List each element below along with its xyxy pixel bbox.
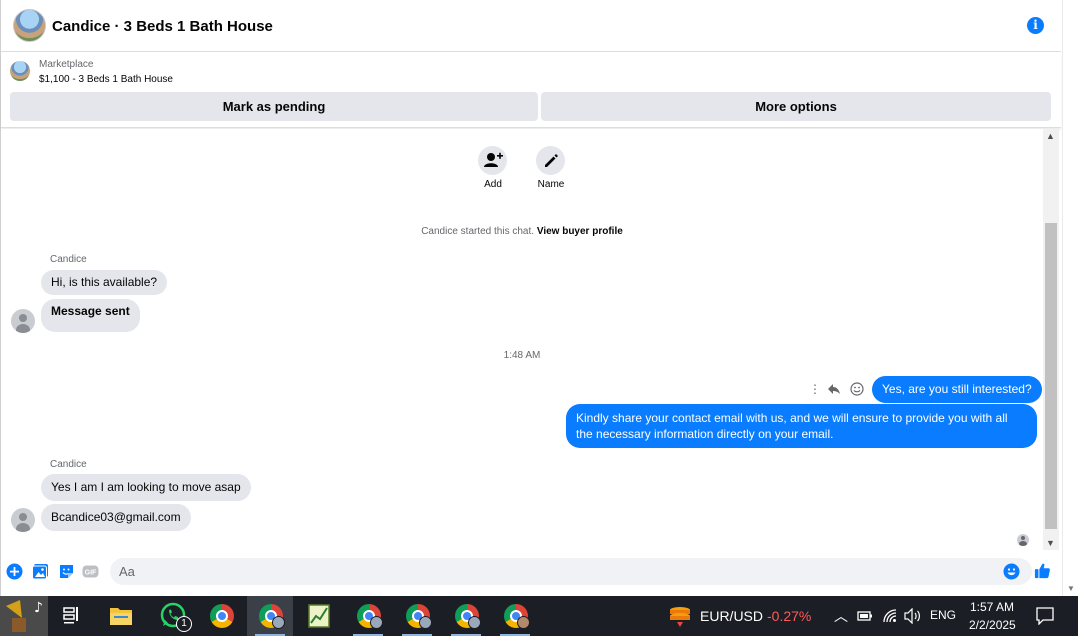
gif-icon[interactable]: GIF	[82, 563, 99, 580]
message-bubble-incoming[interactable]: Hi, is this available?	[41, 270, 168, 295]
message-composer: GIF	[1, 554, 1061, 590]
profile-badge-icon	[272, 616, 285, 629]
info-icon[interactable]: i	[1027, 17, 1044, 34]
input-language[interactable]: ENG	[930, 608, 956, 622]
react-emoji-icon[interactable]	[850, 382, 864, 396]
marketplace-listing-bar: Marketplace $1,100 - 3 Beds 1 Bath House…	[1, 53, 1061, 128]
file-explorer-button[interactable]	[98, 596, 144, 636]
message-bubble-outgoing[interactable]: Kindly share your contact email with us,…	[566, 404, 1037, 448]
page-scroll-down-icon[interactable]: ▼	[1067, 584, 1075, 593]
chrome-icon	[210, 604, 234, 628]
show-hidden-icons-icon[interactable]: ︿	[834, 606, 848, 626]
profile-badge-icon	[370, 616, 383, 629]
whatsapp-button[interactable]: 1	[150, 596, 196, 636]
volume-icon[interactable]	[904, 608, 922, 624]
sticker-icon[interactable]	[58, 563, 75, 580]
message-bubble-outgoing[interactable]: Yes, are you still interested?	[872, 376, 1042, 403]
name-label: Name	[537, 179, 565, 190]
conversation-header: Candice · 3 Beds 1 Bath House i	[1, 0, 1061, 52]
add-people-button[interactable]	[478, 146, 507, 175]
page-scrollbar[interactable]: ▼	[1062, 0, 1078, 596]
ticker-symbol[interactable]: EUR/USD	[700, 608, 763, 624]
chrome-profile-button[interactable]	[345, 596, 391, 636]
chat-started-text: Candice started this chat.	[421, 226, 535, 237]
wifi-icon[interactable]	[882, 608, 898, 624]
sender-avatar[interactable]	[11, 508, 35, 532]
clock-date[interactable]: 2/2/2025	[969, 618, 1016, 632]
more-options-button[interactable]: More options	[541, 92, 1051, 121]
pencil-icon	[545, 154, 558, 167]
chrome-profile-button[interactable]	[492, 596, 538, 636]
gramophone-app-icon[interactable]: ♪	[0, 596, 48, 636]
view-buyer-profile-link[interactable]: View buyer profile	[537, 226, 623, 237]
profile-badge-icon	[419, 616, 432, 629]
task-view-icon	[63, 607, 78, 624]
message-sent-bubble[interactable]: Message sent	[41, 299, 140, 332]
emoji-icon[interactable]	[1003, 563, 1020, 580]
task-view-button[interactable]	[48, 596, 94, 636]
chrome-button[interactable]	[198, 596, 244, 636]
gramophone-icon: ♪	[6, 600, 43, 632]
svg-text:♪: ♪	[34, 600, 43, 616]
thread-scrollbar[interactable]: ▲ ▼	[1043, 129, 1059, 550]
chart-app-button[interactable]	[296, 596, 342, 636]
plus-circle-icon[interactable]	[6, 563, 23, 580]
chrome-profile-button[interactable]	[247, 596, 293, 636]
chrome-profile-button[interactable]	[443, 596, 489, 636]
listing-thumbnail[interactable]	[10, 61, 30, 81]
message-thread: Add Name Candice started this chat. View…	[1, 129, 1043, 550]
windows-taskbar: ♪ 1 EUR/USD -0.27% ︿ ENG 1:57 AM 2/2/202…	[0, 596, 1078, 636]
listing-name[interactable]: $1,100 - 3 Beds 1 Bath House	[39, 74, 173, 85]
add-label: Add	[484, 179, 502, 190]
scroll-down-arrow-icon[interactable]: ▼	[1046, 538, 1055, 548]
ticker-change[interactable]: -0.27%	[767, 608, 811, 624]
currency-coins-icon[interactable]	[668, 604, 692, 628]
reply-icon[interactable]	[827, 382, 841, 396]
chart-app-icon	[308, 604, 330, 628]
message-bubble-incoming[interactable]: Yes I am I am looking to move asap	[41, 474, 251, 501]
edit-name-button[interactable]	[536, 146, 565, 175]
seen-receipt-avatar	[1017, 534, 1029, 546]
thumbs-up-icon[interactable]	[1034, 562, 1051, 579]
message-input[interactable]	[110, 558, 1032, 585]
message-timestamp: 1:48 AM	[503, 350, 541, 361]
mark-as-pending-button[interactable]: Mark as pending	[10, 92, 538, 121]
sender-name: Candice	[50, 254, 87, 265]
battery-icon[interactable]	[857, 609, 873, 623]
profile-badge-icon	[468, 616, 481, 629]
add-person-icon	[484, 152, 503, 167]
chrome-profile-button[interactable]	[394, 596, 440, 636]
sender-name: Candice	[50, 459, 87, 470]
notification-badge: 1	[176, 616, 192, 632]
chat-started-notice: Candice started this chat. View buyer pr…	[1, 226, 1043, 237]
conversation-avatar[interactable]	[13, 9, 46, 42]
profile-badge-icon	[517, 616, 530, 629]
clock-time[interactable]: 1:57 AM	[970, 600, 1014, 614]
listing-kicker: Marketplace	[39, 59, 94, 70]
photo-icon[interactable]	[32, 563, 49, 580]
svg-text:GIF: GIF	[85, 570, 97, 577]
message-more-icon[interactable]: ⋮	[809, 382, 821, 396]
notifications-icon[interactable]	[1036, 607, 1054, 625]
scrollbar-thumb[interactable]	[1045, 223, 1057, 529]
sender-avatar[interactable]	[11, 309, 35, 333]
conversation-title[interactable]: Candice · 3 Beds 1 Bath House	[52, 18, 273, 35]
scroll-up-arrow-icon[interactable]: ▲	[1046, 131, 1055, 141]
folder-icon	[110, 608, 132, 625]
message-bubble-incoming[interactable]: Bcandice03@gmail.com	[41, 504, 191, 531]
